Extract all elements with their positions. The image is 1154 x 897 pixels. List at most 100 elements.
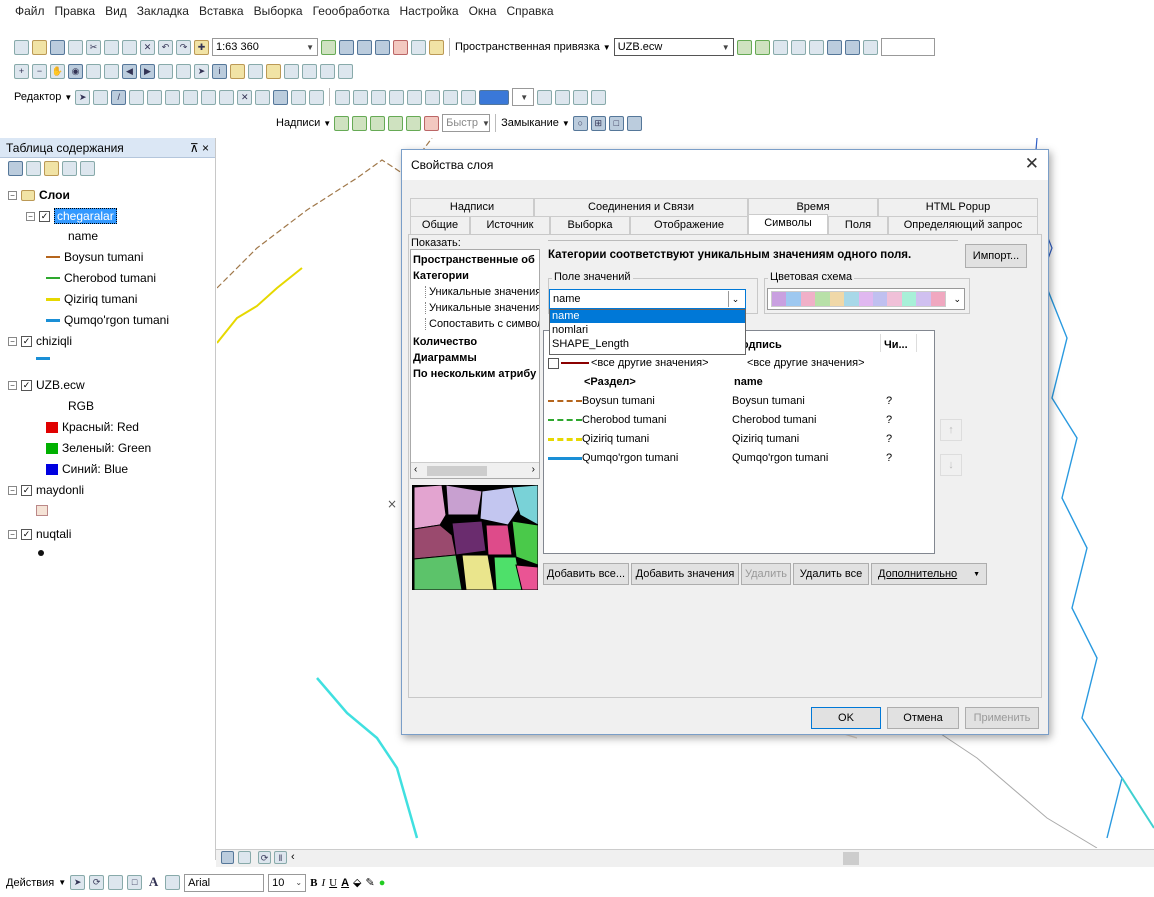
back-icon[interactable]: ◀	[122, 63, 137, 79]
label-weight-icon[interactable]	[370, 115, 386, 131]
font-size-select[interactable]: 10 ⌄	[268, 873, 307, 892]
label-manager-icon[interactable]	[334, 115, 350, 131]
undo-icon[interactable]: ↶	[158, 39, 173, 55]
topology-tool-11-icon[interactable]	[573, 89, 589, 105]
menu-edit[interactable]: Правка	[50, 4, 101, 18]
add-values-button[interactable]: Добавить значения	[631, 563, 739, 585]
toc-chiziqli-symbol[interactable]	[36, 357, 50, 360]
data-view-icon[interactable]	[221, 851, 234, 864]
remove-button[interactable]: Удалить	[741, 563, 791, 585]
options-icon[interactable]	[80, 161, 95, 176]
model-builder-icon[interactable]	[429, 39, 444, 55]
tab-display[interactable]: Отображение	[630, 216, 748, 234]
tab-symbology[interactable]: Символы	[748, 214, 828, 234]
legend-row-boysun[interactable]: Boysun tumani Boysun tumani ?	[548, 395, 928, 407]
scale-tool-icon[interactable]	[808, 39, 824, 55]
font-color-icon[interactable]: A	[341, 877, 349, 889]
font-select[interactable]: Arial	[184, 873, 265, 892]
add-control-points-icon[interactable]	[736, 39, 752, 55]
visibility-checkbox[interactable]: ✓	[21, 379, 32, 391]
snap-end-icon[interactable]: ⊞	[590, 115, 606, 131]
tab-html-popup[interactable]: HTML Popup	[878, 198, 1038, 216]
row-checkbox[interactable]	[548, 357, 559, 369]
viewer-icon[interactable]	[338, 63, 353, 79]
add-all-values-button[interactable]: Добавить все...	[543, 563, 629, 585]
view-table-icon[interactable]	[844, 39, 860, 55]
zoom-in-icon[interactable]: +	[14, 63, 29, 79]
legend-row-cherobod[interactable]: Cherobod tumani Cherobod tumani ?	[548, 414, 928, 426]
find-icon[interactable]	[284, 63, 299, 79]
zoom-whole-page-icon[interactable]	[108, 875, 124, 890]
value-field-select[interactable]: name ⌄	[549, 289, 746, 309]
pause-drawing-icon[interactable]: ‖	[274, 851, 287, 864]
point-icon[interactable]	[165, 89, 181, 105]
horizontal-scrollbar[interactable]: ‹ ›	[411, 462, 539, 478]
apply-button[interactable]: Применить	[965, 707, 1039, 729]
cut-icon[interactable]: ✂	[86, 39, 101, 55]
menu-insert[interactable]: Вставка	[194, 4, 249, 18]
fixed-zoom-out-icon[interactable]	[104, 63, 119, 79]
menu-customize[interactable]: Настройка	[395, 4, 464, 18]
tree-item-categories[interactable]: Категории	[413, 270, 469, 282]
goto-xy-icon[interactable]	[302, 63, 317, 79]
toc-layer-chegaralar[interactable]: − ✓ chegaralar	[26, 208, 117, 224]
topology-tool-12-icon[interactable]	[591, 89, 607, 105]
menu-bookmarks[interactable]: Закладка	[132, 4, 194, 18]
list-by-drawing-order-icon[interactable]	[8, 161, 23, 176]
edit-annotation-icon[interactable]	[93, 89, 109, 105]
list-by-source-icon[interactable]	[26, 161, 41, 176]
pan-icon[interactable]: ✋	[50, 63, 65, 79]
dropdown-option-shape-length[interactable]: SHAPE_Length	[550, 337, 745, 351]
topology-tool-2-icon[interactable]	[353, 89, 369, 105]
collapse-icon[interactable]: −	[8, 336, 17, 346]
topology-tool-8-icon[interactable]	[461, 89, 477, 105]
toc-nuqtali-symbol[interactable]	[38, 550, 44, 556]
save-icon[interactable]	[50, 39, 65, 55]
value-field-dropdown[interactable]: name nomlari SHAPE_Length	[549, 309, 746, 355]
tab-fields[interactable]: Поля	[828, 216, 888, 234]
color-scheme-select[interactable]: ⌄	[767, 288, 965, 310]
dropdown-option-nomlari[interactable]: nomlari	[550, 323, 745, 337]
dropdown-option-name[interactable]: name	[550, 310, 745, 323]
tree-item-match-symbols[interactable]: Сопоставить с символ	[425, 318, 539, 330]
collapse-icon[interactable]: −	[8, 380, 17, 390]
paste-icon[interactable]	[122, 39, 137, 55]
legend-row-other[interactable]: <все другие значения> <все другие значен…	[548, 357, 928, 369]
editor-toolbar-icon[interactable]	[321, 39, 336, 55]
remove-all-button[interactable]: Удалить все	[793, 563, 869, 585]
import-button[interactable]: Импорт...	[965, 244, 1027, 268]
snap-point-icon[interactable]: ○	[572, 115, 588, 131]
toc-band-red[interactable]: Красный: Red	[46, 420, 139, 434]
measure-icon[interactable]	[266, 63, 281, 79]
tab-definition-query[interactable]: Определяющий запрос	[888, 216, 1038, 234]
fixed-zoom-in-icon[interactable]	[86, 63, 101, 79]
legend-row-qumqorgon[interactable]: Qumqo'rgon tumani Qumqo'rgon tumani ?	[548, 452, 928, 464]
endpoint-arc-icon[interactable]	[129, 89, 145, 105]
toc-maydonli-symbol[interactable]	[36, 505, 48, 516]
collapse-icon[interactable]: −	[26, 211, 35, 221]
snapping-menu[interactable]: Замыкание	[501, 117, 559, 129]
visibility-checkbox[interactable]: ✓	[21, 484, 32, 496]
trace-icon[interactable]	[147, 89, 163, 105]
cancel-button[interactable]: Отмена	[887, 707, 959, 729]
rectangle-icon[interactable]: □	[127, 875, 143, 890]
toc-class-cherobod[interactable]: Cherobod tumani	[46, 271, 156, 285]
menu-help[interactable]: Справка	[501, 4, 558, 18]
text-tool-icon[interactable]: A	[146, 875, 161, 890]
create-features-icon[interactable]	[309, 89, 325, 105]
new-icon[interactable]	[14, 39, 29, 55]
forward-icon[interactable]: ▶	[140, 63, 155, 79]
legend-row-heading[interactable]: <Раздел> name	[584, 376, 924, 388]
rotate-element-icon[interactable]: ⟳	[89, 875, 105, 890]
shift-icon[interactable]	[790, 39, 806, 55]
pause-labeling-icon[interactable]	[406, 115, 422, 131]
print-icon[interactable]	[68, 39, 83, 55]
scroll-left-icon[interactable]: ‹	[291, 851, 295, 863]
move-up-button[interactable]: ↑	[940, 419, 962, 441]
georef-label[interactable]: Пространственная привязка	[455, 41, 600, 53]
move-down-button[interactable]: ↓	[940, 454, 962, 476]
clear-selection-icon[interactable]	[176, 63, 191, 79]
categories-list[interactable]: Подпись Чи... <все другие значения> <все…	[543, 330, 935, 554]
edit-vertices-icon[interactable]	[165, 875, 181, 890]
html-popup-icon[interactable]	[248, 63, 263, 79]
